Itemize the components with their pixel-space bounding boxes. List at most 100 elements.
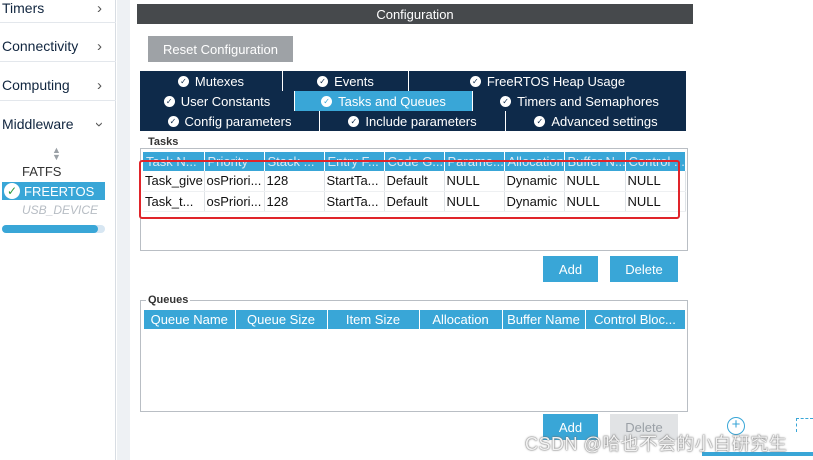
divider	[0, 100, 116, 101]
fit-frame-icon[interactable]	[796, 418, 813, 432]
category-connectivity[interactable]: Connectivity ›	[0, 35, 116, 57]
cell-priority[interactable]: osPriori...	[204, 191, 265, 212]
cell-stack[interactable]: 128	[264, 171, 325, 192]
cell-priority[interactable]: osPriori...	[204, 171, 265, 192]
tab-mutexes[interactable]: ✓ Mutexes	[140, 71, 283, 91]
queues-group-label: Queues	[146, 294, 191, 306]
tasks-group-label: Tasks	[146, 136, 181, 148]
queues-header-row: Queue Name Queue Size Item Size Allocati…	[144, 310, 686, 329]
column-header[interactable]: Code G...	[384, 152, 445, 171]
check-circle-icon: ✓	[167, 115, 179, 127]
tab-row-3: ✓ Config parameters ✓ Include parameters ✓…	[140, 111, 687, 131]
sidebar: Timers › Connectivity › Computing › Midd…	[0, 0, 116, 460]
category-label: Middleware	[2, 116, 74, 132]
middleware-item-freertos[interactable]: ✓ FREERTOS	[2, 182, 105, 200]
middleware-item-usb-device[interactable]: USB_DEVICE	[22, 203, 98, 217]
tab-label: Events	[334, 73, 374, 89]
category-label: Connectivity	[2, 38, 79, 54]
tab-user-constants[interactable]: ✓ User Constants	[140, 91, 295, 111]
chevron-right-icon: ›	[97, 76, 102, 94]
column-header[interactable]: Allocation	[504, 152, 565, 171]
right-panel	[699, 0, 813, 460]
check-circle-icon: ✓	[469, 75, 481, 87]
cell-entry-function[interactable]: StartTa...	[324, 191, 385, 212]
category-middleware[interactable]: Middleware ›	[0, 113, 116, 135]
cell-task-name[interactable]: Task_t...	[143, 191, 205, 212]
check-circle-icon: ✓	[500, 95, 512, 107]
tasks-delete-button[interactable]: Delete	[610, 256, 678, 282]
chevron-right-icon: ›	[97, 37, 102, 55]
tab-include-parameters[interactable]: ✓ Include parameters	[320, 111, 506, 131]
middleware-item-fatfs[interactable]: FATFS	[22, 164, 61, 179]
cell-entry-function[interactable]: StartTa...	[324, 171, 385, 192]
check-circle-icon: ✓	[4, 183, 20, 199]
cell-control-block[interactable]: NULL	[625, 171, 686, 192]
table-row[interactable]: Task_t... osPriori... 128 StartTa... Def…	[143, 191, 686, 212]
column-header[interactable]: Queue Size	[235, 310, 328, 329]
table-row[interactable]: Task_give osPriori... 128 StartTa... Def…	[143, 171, 686, 192]
reset-configuration-button[interactable]: Reset Configuration	[148, 36, 293, 62]
category-label: Computing	[2, 77, 70, 93]
column-header[interactable]: Parame...	[444, 152, 505, 171]
tab-label: Timers and Semaphores	[517, 93, 659, 109]
tasks-add-button[interactable]: Add	[543, 256, 598, 282]
column-header[interactable]: Entry F...	[324, 152, 385, 171]
cell-control-block[interactable]: NULL	[625, 191, 686, 212]
scrollbar-thumb[interactable]	[2, 225, 98, 233]
cell-code-generation[interactable]: Default	[384, 171, 445, 192]
column-header[interactable]: Allocation	[419, 310, 503, 329]
check-circle-icon: ✓	[534, 115, 546, 127]
watermark: CSDN @哈也不会的小白研究生	[525, 434, 788, 454]
cell-buffer-name[interactable]: NULL	[564, 171, 626, 192]
chevron-down-icon: ›	[91, 121, 108, 127]
column-header[interactable]: Queue Name	[144, 310, 236, 329]
tab-label: Mutexes	[194, 73, 245, 89]
middleware-item-label: FREERTOS	[24, 183, 95, 199]
tab-row-2: ✓ User Constants ✓ Tasks and Queues ✓ Timer…	[140, 91, 687, 111]
cell-parameter[interactable]: NULL	[444, 171, 505, 192]
column-header[interactable]: Priority	[204, 152, 265, 171]
tab-advanced-settings[interactable]: ✓ Advanced settings	[506, 111, 687, 131]
chevron-right-icon: ›	[97, 0, 102, 17]
queues-table: Queue Name Queue Size Item Size Allocati…	[144, 310, 686, 329]
tab-label: Include parameters	[365, 113, 477, 129]
check-circle-icon: ✓	[348, 115, 360, 127]
tasks-header-row: Task N... Priority Stack ... Entry F... …	[143, 152, 686, 171]
tab-label: Config parameters	[184, 113, 292, 129]
cell-buffer-name[interactable]: NULL	[564, 191, 626, 212]
column-header[interactable]: Task N...	[143, 152, 205, 171]
column-header[interactable]: Buffer Name	[502, 310, 586, 329]
cell-allocation[interactable]: Dynamic	[504, 171, 565, 192]
column-header[interactable]: Stack ...	[264, 152, 325, 171]
check-circle-icon: ✓	[177, 75, 189, 87]
column-header[interactable]: Control Bloc...	[585, 310, 686, 329]
tab-config-parameters[interactable]: ✓ Config parameters	[140, 111, 320, 131]
category-computing[interactable]: Computing ›	[0, 74, 116, 96]
tab-label: Tasks and Queues	[338, 93, 446, 109]
horizontal-scrollbar[interactable]	[2, 225, 105, 233]
cell-allocation[interactable]: Dynamic	[504, 191, 565, 212]
tab-tasks-and-queues[interactable]: ✓ Tasks and Queues	[295, 91, 473, 111]
tab-freertos-heap-usage[interactable]: ✓ FreeRTOS Heap Usage	[409, 71, 687, 91]
cell-parameter[interactable]: NULL	[444, 191, 505, 212]
tab-label: Advanced settings	[551, 113, 658, 129]
cell-code-generation[interactable]: Default	[384, 191, 445, 212]
category-timers[interactable]: Timers ›	[0, 0, 116, 19]
configuration-panel: Configuration Reset Configuration ✓ Mutex…	[130, 0, 699, 460]
tab-events[interactable]: ✓ Events	[283, 71, 409, 91]
divider	[0, 61, 116, 62]
column-header[interactable]: Buffer N...	[564, 152, 626, 171]
column-header[interactable]: Item Size	[327, 310, 420, 329]
configuration-title: Configuration	[137, 4, 693, 24]
check-circle-icon: ✓	[317, 75, 329, 87]
column-header[interactable]: Control ...	[625, 152, 686, 171]
cell-task-name[interactable]: Task_give	[143, 171, 205, 192]
category-label: Timers	[2, 0, 45, 16]
check-circle-icon: ✓	[163, 95, 175, 107]
tasks-table: Task N... Priority Stack ... Entry F... …	[143, 152, 686, 212]
sort-icon[interactable]: ▲ ▼	[52, 146, 61, 162]
check-circle-icon: ✓	[321, 95, 333, 107]
cell-stack[interactable]: 128	[264, 191, 325, 212]
tab-timers-and-semaphores[interactable]: ✓ Timers and Semaphores	[473, 91, 687, 111]
splitter[interactable]	[117, 0, 130, 460]
